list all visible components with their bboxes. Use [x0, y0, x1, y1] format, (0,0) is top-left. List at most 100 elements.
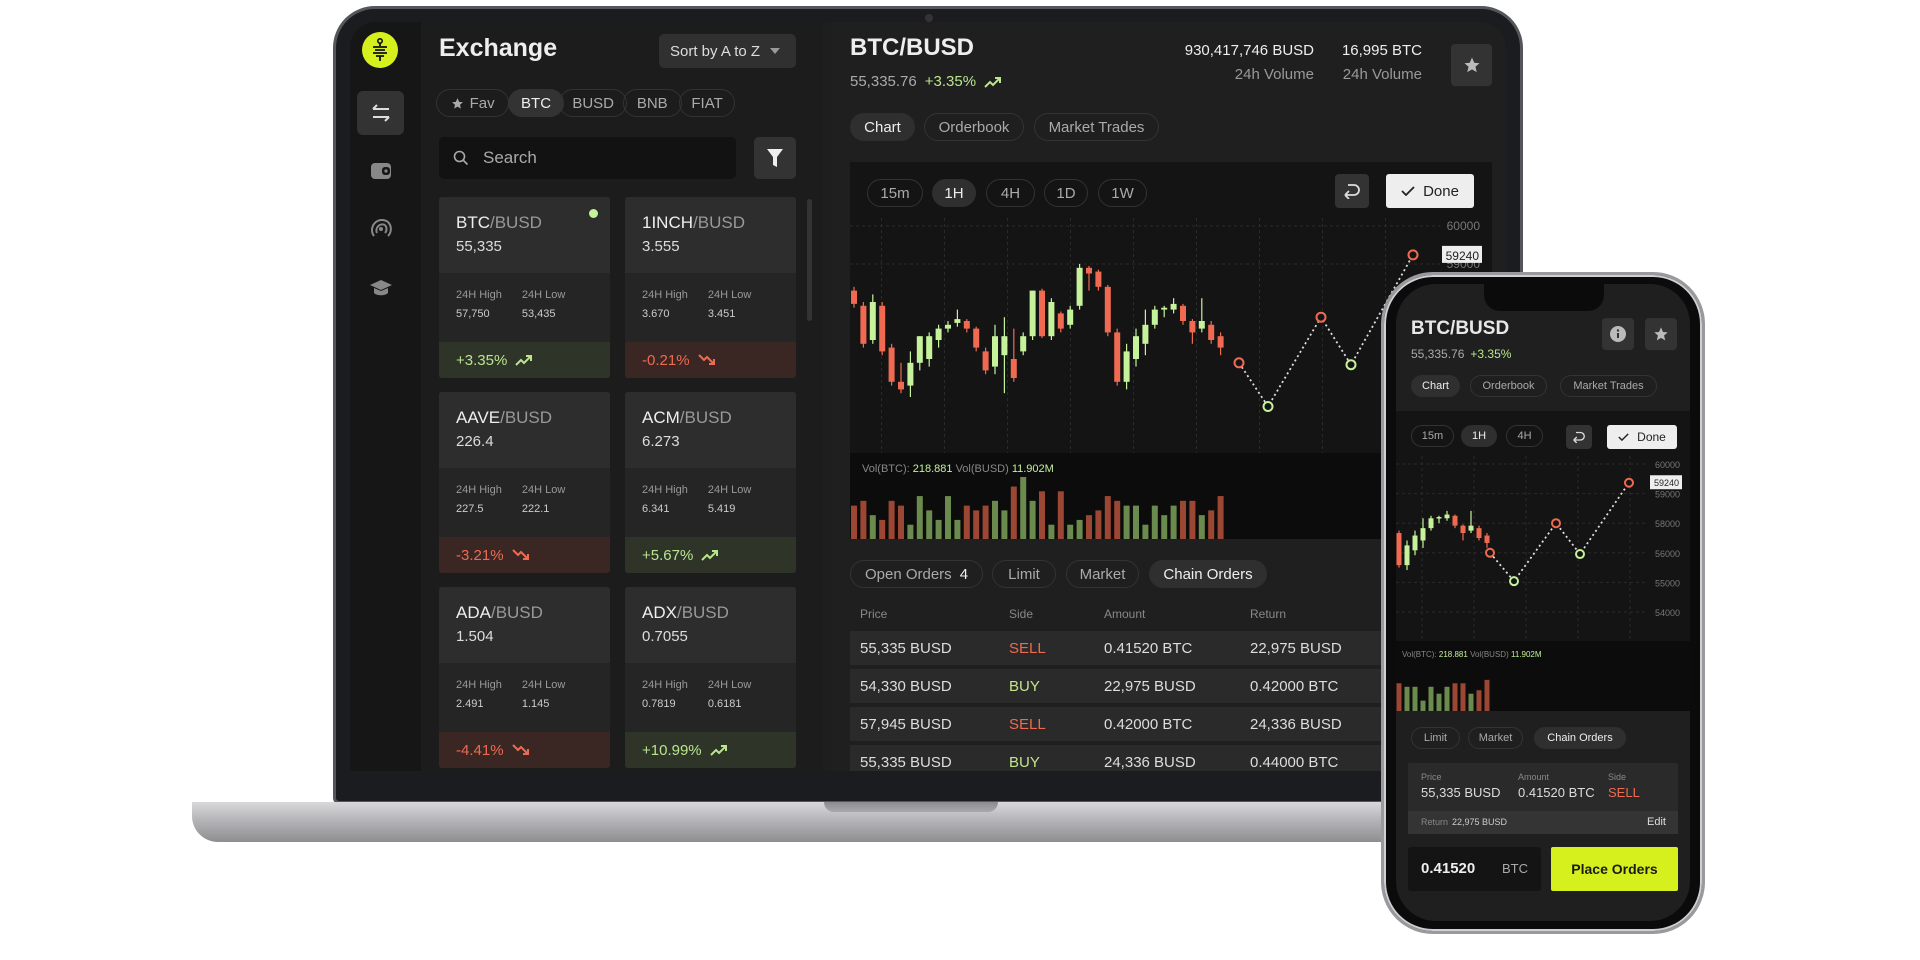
tab-label: Market Trades: [1048, 118, 1145, 136]
low-label: 24H Low: [521, 679, 566, 691]
tab-market-trades[interactable]: Market Trades: [1560, 375, 1657, 397]
tab-limit[interactable]: Limit: [1411, 727, 1460, 749]
sort-label: Sort by A to Z: [670, 42, 761, 60]
market-card[interactable]: ADA/BUSD 1.504 24H High 2.491 24H Low 1.145…: [439, 587, 610, 768]
market-card[interactable]: ADX/BUSD 0.7055 24H High 0.7819 24H Low 0.6…: [625, 587, 796, 768]
order-return: 22,975 BUSD: [1452, 817, 1508, 827]
tab-orderbook[interactable]: Orderbook: [1470, 375, 1547, 397]
row-side: BUY: [1009, 678, 1040, 695]
tab-label: 1H: [944, 184, 964, 202]
market-card[interactable]: ACM/BUSD 6.273 24H High 6.341 24H Low 5.419…: [625, 392, 796, 573]
tab-orderbook[interactable]: Orderbook: [924, 113, 1024, 141]
chip-label: BUSD: [572, 94, 614, 112]
phone-done-label: Done: [1637, 430, 1666, 444]
tab-market[interactable]: Market: [1468, 727, 1523, 749]
favorite-button[interactable]: [1451, 44, 1492, 86]
tab-4h[interactable]: 4H: [986, 179, 1035, 207]
tab-1w[interactable]: 1W: [1098, 179, 1147, 207]
order-edit-button[interactable]: Edit: [1647, 816, 1666, 828]
phone-undo-button[interactable]: [1566, 425, 1592, 449]
scrollbar[interactable]: [807, 199, 812, 321]
card-header: ADA/BUSD 1.504: [439, 587, 610, 663]
card-pair: ADA/BUSD: [456, 603, 593, 623]
card-pair: 1INCH/BUSD: [642, 213, 779, 233]
tab-label: Chain Orders: [1163, 565, 1253, 583]
volume-readout-part: Vol(BTC):: [862, 463, 910, 475]
tab-chart[interactable]: Chart: [1411, 375, 1460, 397]
tab-open-orders[interactable]: Open Orders 4: [850, 560, 983, 588]
market-card[interactable]: AAVE/BUSD 226.4 24H High 227.5 24H Low 222.…: [439, 392, 610, 573]
tab-4h[interactable]: 4H: [1506, 425, 1543, 447]
tab-label: Chain Orders: [1547, 732, 1613, 744]
tab-chart[interactable]: Chart: [850, 113, 915, 141]
card-change: -0.21%: [625, 342, 796, 378]
phone-order-card[interactable]: Price 55,335 BUSD Amount 0.41520 BTC Sid…: [1408, 763, 1678, 834]
market-card[interactable]: BTC/BUSD 55,335 24H High 57,750 24H Low 53,…: [439, 197, 610, 378]
filter-button[interactable]: [754, 137, 796, 179]
filter-chip-btc[interactable]: BTC: [508, 89, 565, 117]
sidebar-item-signals[interactable]: [357, 206, 404, 250]
volume-readout-part: 11.902M: [1511, 650, 1542, 659]
candle: [1123, 351, 1130, 382]
done-button[interactable]: Done: [1386, 174, 1474, 208]
tab-chain-orders[interactable]: Chain Orders: [1149, 560, 1267, 588]
sidebar-item-learn[interactable]: [357, 266, 404, 310]
candle: [1133, 336, 1139, 359]
market-card[interactable]: 1INCH/BUSD 3.555 24H High 3.670 24H Low 3.4…: [625, 197, 796, 378]
card-pair: ACM/BUSD: [642, 408, 779, 428]
row-price: 54,330 BUSD: [860, 678, 952, 695]
row-amount: 0.41520 BTC: [1104, 640, 1193, 657]
card-base: ADX: [642, 603, 677, 622]
volume-bar: [1020, 477, 1027, 539]
tab-limit[interactable]: Limit: [992, 560, 1056, 588]
y-tick-label: 60000: [1447, 219, 1481, 233]
tab-label: 1H: [1471, 430, 1487, 442]
volume-bar: [1095, 510, 1102, 539]
volume-bar: [935, 519, 942, 539]
order-amount: 0.41520 BTC: [1518, 785, 1595, 800]
high-value: 3.670: [642, 308, 670, 320]
price-tag-label: 59240: [1654, 478, 1679, 488]
filter-chip-fiat[interactable]: FIAT: [679, 89, 736, 117]
tab-market[interactable]: Market: [1066, 560, 1139, 588]
amount-input[interactable]: 0.41520 BTC: [1408, 847, 1541, 891]
volume-bar: [1198, 515, 1205, 539]
tab-label: Limit: [1423, 732, 1448, 744]
tab-chain-orders[interactable]: Chain Orders: [1534, 727, 1626, 749]
tab-1h[interactable]: 1H: [932, 179, 976, 207]
sort-dropdown[interactable]: Sort by A to Z: [659, 34, 796, 68]
filter-chip-fav[interactable]: Fav: [436, 89, 510, 117]
done-label: Done: [1423, 182, 1459, 200]
phone-done-button[interactable]: Done: [1607, 425, 1677, 449]
tab-1h[interactable]: 1H: [1461, 425, 1497, 447]
candle: [907, 362, 914, 386]
tab-15m[interactable]: 15m: [1411, 425, 1454, 447]
tab-1d[interactable]: 1D: [1044, 179, 1088, 207]
volume-bar: [1151, 505, 1158, 539]
card-price: 226.4: [456, 433, 494, 450]
card-pair: AAVE/BUSD: [456, 408, 593, 428]
card-header: BTC/BUSD 55,335: [439, 197, 610, 273]
active-indicator: [589, 209, 598, 218]
sidebar-item-exchange[interactable]: [357, 91, 404, 135]
tab-market-trades[interactable]: Market Trades: [1034, 113, 1159, 141]
volume-bar: [1142, 524, 1149, 539]
volume-bar: [869, 515, 876, 539]
tab-15m[interactable]: 15m: [867, 179, 923, 207]
phone-favorite-button[interactable]: [1645, 318, 1677, 350]
logo[interactable]: [362, 32, 398, 68]
undo-button[interactable]: [1335, 174, 1369, 208]
card-quote: /BUSD: [500, 408, 553, 427]
filter-chip-busd[interactable]: BUSD: [559, 89, 628, 117]
volume-bar: [926, 510, 933, 539]
volume-readout: Vol(BTC): 218.881 Vol(BUSD) 11.902M: [1402, 650, 1542, 659]
phone-price-line: 55,335.76 +3.35%: [1411, 347, 1511, 361]
sidebar-item-wallet[interactable]: [357, 149, 404, 193]
candle: [1057, 313, 1064, 329]
place-orders-button[interactable]: Place Orders: [1551, 847, 1678, 891]
search-input[interactable]: Search: [439, 137, 736, 179]
info-button[interactable]: [1602, 318, 1634, 350]
tab-label: Market Trades: [1573, 380, 1644, 392]
order-amount-label: Amount: [1518, 772, 1550, 782]
filter-chip-bnb[interactable]: BNB: [623, 89, 682, 117]
